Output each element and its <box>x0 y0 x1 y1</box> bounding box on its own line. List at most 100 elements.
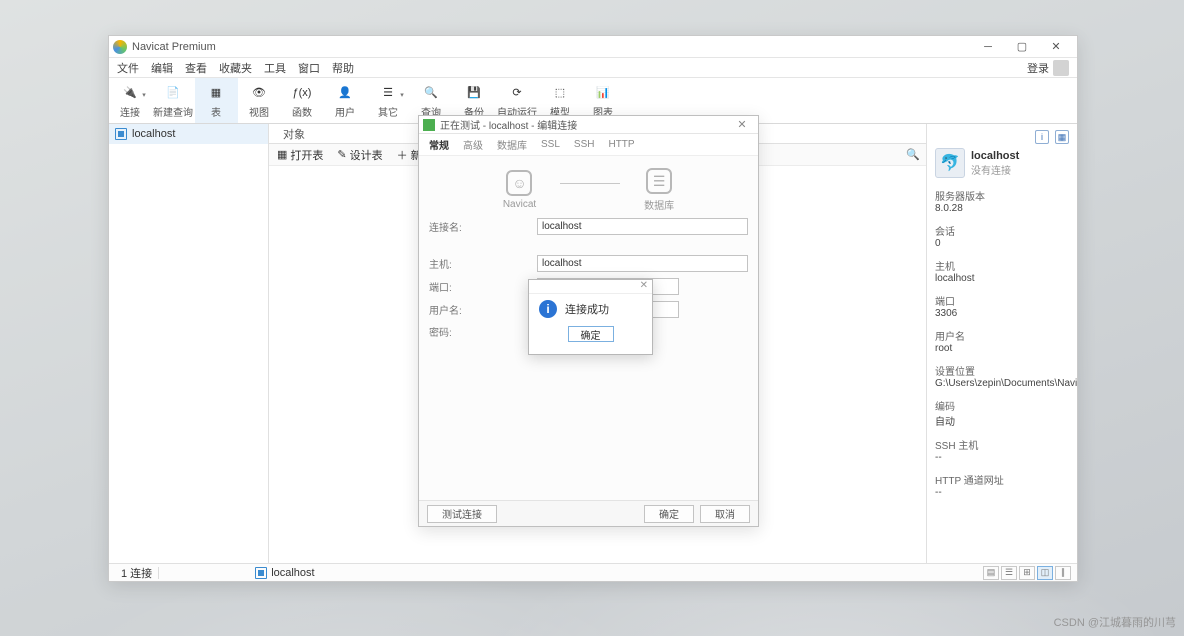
label-port: 端口: <box>429 279 537 294</box>
info-key: 服务器版本 <box>935 188 1069 203</box>
msgbox-titlebar: ✕ <box>529 280 652 294</box>
info-value: 3306 <box>935 308 1069 319</box>
info-name: localhost <box>971 150 1019 162</box>
info-row: 端口3306 <box>935 293 1069 319</box>
dialog-tabs: 常规 高级 数据库 SSL SSH HTTP <box>419 134 758 156</box>
view-er-icon[interactable]: ⊞ <box>1019 566 1035 580</box>
info-header: 🐬 localhost 没有连接 <box>935 148 1069 178</box>
input-host[interactable] <box>537 255 748 272</box>
info-key: 端口 <box>935 293 1069 308</box>
menubar: 文件 编辑 查看 收藏夹 工具 窗口 帮助 登录 <box>109 58 1077 78</box>
minimize-button[interactable]: ─ <box>971 37 1005 57</box>
tab-general[interactable]: 常规 <box>429 137 449 152</box>
chevron-down-icon: ▾ <box>400 91 404 99</box>
view-split-icon[interactable]: ∥ <box>1055 566 1071 580</box>
tab-objects[interactable]: 对象 <box>273 126 315 142</box>
label-user: 用户名: <box>429 302 537 317</box>
menu-window[interactable]: 窗口 <box>298 60 320 76</box>
close-button[interactable]: ✕ <box>1039 37 1073 57</box>
tab-advanced[interactable]: 高级 <box>463 137 483 152</box>
info-icon[interactable]: i <box>1035 130 1049 144</box>
info-row: 设置位置G:\Users\zepin\Documents\Navicat\My <box>935 363 1069 389</box>
tab-ssl[interactable]: SSL <box>541 139 560 150</box>
msgbox-ok-button[interactable]: 确定 <box>568 326 614 342</box>
info-sub: 没有连接 <box>971 162 1019 177</box>
function-icon: ƒ(x) <box>291 83 313 103</box>
info-key: 用户名 <box>935 328 1069 343</box>
tab-http[interactable]: HTTP <box>608 139 634 150</box>
model-icon: ⬚ <box>549 83 571 103</box>
label-password: 密码: <box>429 324 537 339</box>
info-key: SSH 主机 <box>935 437 1069 452</box>
search-icon[interactable]: 🔍 <box>906 148 920 161</box>
info-row: 服务器版本8.0.28 <box>935 188 1069 214</box>
app-logo-icon <box>113 40 127 54</box>
login-area[interactable]: 登录 <box>1027 60 1069 76</box>
info-row: 用户名root <box>935 328 1069 354</box>
msgbox-close-button[interactable]: ✕ <box>640 280 648 293</box>
toolbar-new-query[interactable]: 📄新建查询 <box>152 78 195 123</box>
view-details-icon[interactable]: ☰ <box>1001 566 1017 580</box>
menu-tools[interactable]: 工具 <box>264 60 286 76</box>
toolbar-connect[interactable]: 🔌▾连接 <box>109 78 152 123</box>
user-icon: 👤 <box>334 83 356 103</box>
properties-icon[interactable]: ▦ <box>1055 130 1069 144</box>
view-mode-switcher: ▤ ☰ ⊞ ◫ ∥ <box>983 566 1071 580</box>
connection-tree-item[interactable]: localhost <box>109 124 268 144</box>
view-list-icon[interactable]: ▤ <box>983 566 999 580</box>
info-key: 主机 <box>935 258 1069 273</box>
menu-help[interactable]: 帮助 <box>332 60 354 76</box>
info-row: HTTP 通道网址-- <box>935 472 1069 498</box>
cancel-button[interactable]: 取消 <box>700 505 750 523</box>
navicat-icon: ☺ <box>506 170 532 196</box>
info-value: localhost <box>935 273 1069 284</box>
table-icon: ▦ <box>205 83 227 103</box>
dialog-icon <box>423 119 435 131</box>
menu-file[interactable]: 文件 <box>117 60 139 76</box>
backup-icon: 💾 <box>463 83 485 103</box>
left-panel: localhost <box>109 124 269 563</box>
info-row: 主机localhost <box>935 258 1069 284</box>
menu-edit[interactable]: 编辑 <box>151 60 173 76</box>
info-row: 会话0 <box>935 223 1069 249</box>
info-icon: i <box>539 300 557 318</box>
connection-name: localhost <box>132 128 175 140</box>
query-icon: 🔍 <box>420 83 442 103</box>
toolbar-view[interactable]: 👁视图 <box>238 78 281 123</box>
avatar-icon <box>1053 60 1069 76</box>
info-key: 设置位置 <box>935 363 1069 378</box>
info-key: 编码 <box>935 398 1069 413</box>
info-key: 会话 <box>935 223 1069 238</box>
toolbar-function[interactable]: ƒ(x)函数 <box>281 78 324 123</box>
btn-design-table[interactable]: ✎设计表 <box>337 147 382 163</box>
statusbar: 1 连接 localhost ▤ ☰ ⊞ ◫ ∥ <box>109 563 1077 581</box>
tab-database[interactable]: 数据库 <box>497 137 527 152</box>
toolbar-other[interactable]: ☰▾其它 <box>367 78 410 123</box>
info-value: G:\Users\zepin\Documents\Navicat\My <box>935 378 1069 389</box>
msgbox-text: 连接成功 <box>565 301 609 317</box>
menu-favorites[interactable]: 收藏夹 <box>219 60 252 76</box>
dialog-close-button[interactable]: ✕ <box>730 118 754 131</box>
info-value: 8.0.28 <box>935 203 1069 214</box>
view-panel-icon[interactable]: ◫ <box>1037 566 1053 580</box>
test-connection-button[interactable]: 测试连接 <box>427 505 497 523</box>
label-host: 主机: <box>429 256 537 271</box>
info-value: -- <box>935 487 1069 498</box>
menu-view[interactable]: 查看 <box>185 60 207 76</box>
info-panel: i ▦ 🐬 localhost 没有连接 服务器版本8.0.28会话0主机loc… <box>927 124 1077 563</box>
connect-icon: 🔌 <box>119 83 141 103</box>
status-connection: localhost <box>249 567 320 579</box>
tab-ssh[interactable]: SSH <box>574 139 595 150</box>
toolbar-table[interactable]: ▦表 <box>195 78 238 123</box>
info-row: 编码自动 <box>935 398 1069 428</box>
watermark: CSDN @江城暮雨的川芎 <box>1054 614 1176 630</box>
toolbar-user[interactable]: 👤用户 <box>324 78 367 123</box>
input-conn-name[interactable] <box>537 218 748 235</box>
database-icon <box>115 128 127 140</box>
ok-button[interactable]: 确定 <box>644 505 694 523</box>
maximize-button[interactable]: ▢ <box>1005 37 1039 57</box>
dialog-titlebar: 正在测试 - localhost - 编辑连接 ✕ <box>419 116 758 134</box>
message-box: ✕ i 连接成功 确定 <box>528 279 653 355</box>
btn-open-table[interactable]: ▦打开表 <box>277 147 323 163</box>
view-icon: 👁 <box>248 83 270 103</box>
